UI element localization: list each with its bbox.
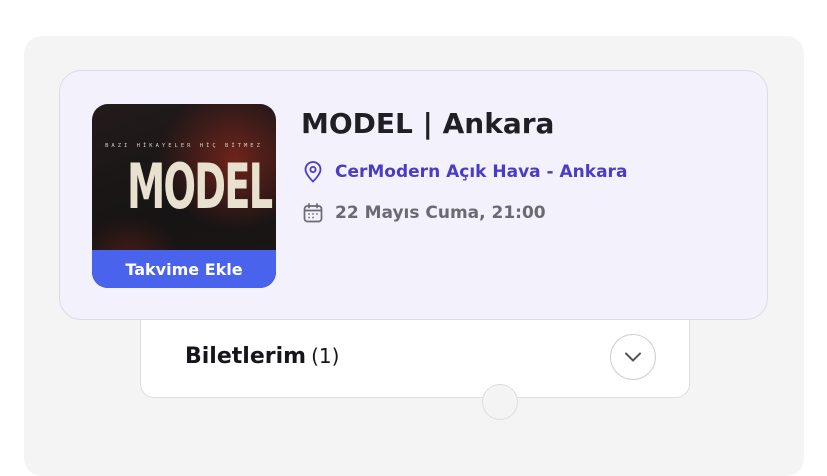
map-pin-icon [302,161,324,183]
event-date-row: 22 Mayıs Cuma, 21:00 [302,202,546,224]
add-to-calendar-button[interactable]: Takvime Ekle [92,250,276,288]
poster-tagline: BAZI HİKAYELER HİÇ BİTMEZ [105,143,263,149]
event-poster: BAZI HİKAYELER HİÇ BİTMEZ MODEL Takvime … [92,104,276,288]
event-card: BAZI HİKAYELER HİÇ BİTMEZ MODEL Takvime … [59,70,768,320]
my-tickets-panel[interactable]: Biletlerim (1) [140,320,690,420]
my-tickets-label: Biletlerim [185,344,307,369]
event-venue[interactable]: CerModern Açık Hava - Ankara [335,162,627,182]
expand-tickets-button[interactable] [610,334,656,380]
ticket-notch [482,384,518,420]
ticket-count: (1) [311,344,340,368]
event-venue-row[interactable]: CerModern Açık Hava - Ankara [302,161,627,183]
chevron-down-icon [623,348,643,367]
poster-title: MODEL [126,150,273,223]
my-tickets-heading: Biletlerim (1) [185,344,339,369]
event-title: MODEL | Ankara [301,107,555,140]
event-datetime: 22 Mayıs Cuma, 21:00 [335,203,546,223]
calendar-icon [302,202,324,224]
